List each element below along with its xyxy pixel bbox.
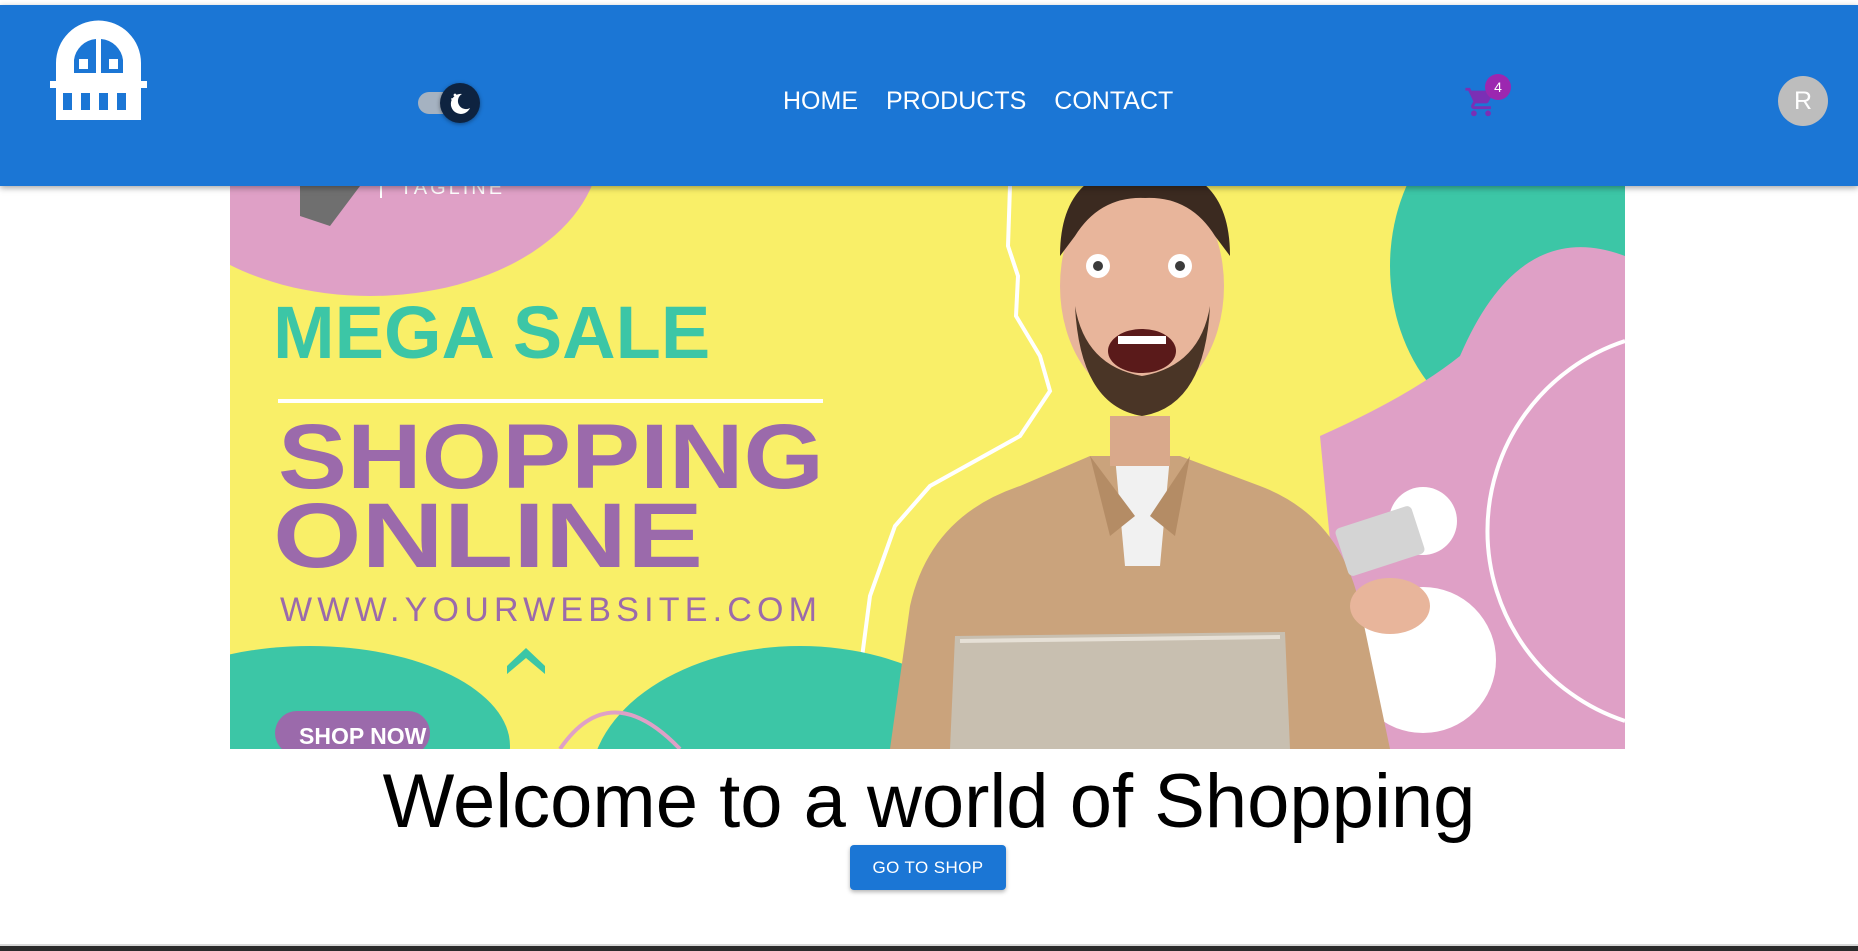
app-bar: HOME PRODUCTS CONTACT 4 R — [0, 5, 1858, 186]
welcome-heading: Welcome to a world of Shopping — [382, 759, 1476, 844]
go-to-shop-button[interactable]: GO TO SHOP — [850, 845, 1006, 890]
taskbar-strip — [0, 946, 1858, 951]
banner-headline: MEGA SALE — [273, 291, 710, 374]
banner-graphic: TAGLINE MEGA SALE SHOPPING ONLINE WWW.YO… — [230, 186, 1625, 749]
nav-products-link[interactable]: PRODUCTS — [876, 83, 1036, 119]
shop-now-label: SHOP NOW — [299, 723, 427, 749]
moon-icon — [450, 93, 470, 114]
banner-website: WWW.YOURWEBSITE.COM — [280, 591, 820, 629]
toggle-thumb — [440, 83, 480, 123]
storefront-icon[interactable] — [50, 15, 147, 121]
main-nav: HOME PRODUCTS CONTACT — [773, 83, 1183, 119]
nav-home-link[interactable]: HOME — [773, 83, 868, 119]
banner-title-line2: ONLINE — [273, 485, 703, 587]
user-avatar[interactable]: R — [1778, 76, 1828, 126]
theme-toggle[interactable] — [418, 83, 482, 123]
hero-banner: TAGLINE MEGA SALE SHOPPING ONLINE WWW.YO… — [230, 186, 1625, 749]
cart-count-badge: 4 — [1485, 74, 1511, 100]
nav-contact-link[interactable]: CONTACT — [1044, 83, 1183, 119]
banner-top-text: TAGLINE — [400, 186, 505, 199]
